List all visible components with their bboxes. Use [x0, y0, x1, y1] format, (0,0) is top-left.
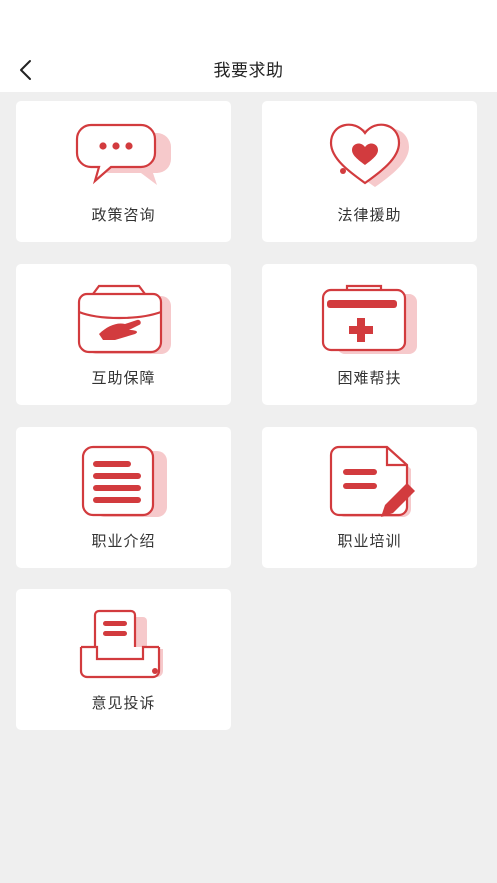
- service-label: 政策咨询: [91, 206, 156, 224]
- header-bar: 我要求助: [0, 0, 497, 92]
- document-list-icon: [71, 445, 175, 519]
- chat-bubbles-icon: [71, 119, 175, 193]
- service-card-hardship-assistance[interactable]: 困难帮扶: [262, 264, 477, 405]
- service-label: 困难帮扶: [337, 369, 402, 387]
- service-card-complaints[interactable]: 意见投诉: [16, 589, 231, 730]
- service-card-mutual-protection[interactable]: 互助保障: [16, 264, 231, 405]
- service-card-legal-aid[interactable]: 法律援助: [262, 101, 477, 242]
- service-label: 职业培训: [337, 532, 402, 550]
- service-label: 职业介绍: [91, 532, 156, 550]
- document-pen-icon: [317, 445, 421, 519]
- heart-icon: [317, 119, 421, 193]
- service-label: 法律援助: [337, 206, 402, 224]
- hand-box-icon: [71, 282, 175, 356]
- service-card-job-training[interactable]: 职业培训: [262, 427, 477, 568]
- service-label: 意见投诉: [91, 694, 156, 712]
- service-card-job-referral[interactable]: 职业介绍: [16, 427, 231, 568]
- service-label: 互助保障: [91, 369, 156, 387]
- service-card-policy-consulting[interactable]: 政策咨询: [16, 101, 231, 242]
- complaint-box-icon: [71, 607, 175, 681]
- medical-kit-icon: [317, 282, 421, 356]
- page-title: 我要求助: [213, 61, 284, 81]
